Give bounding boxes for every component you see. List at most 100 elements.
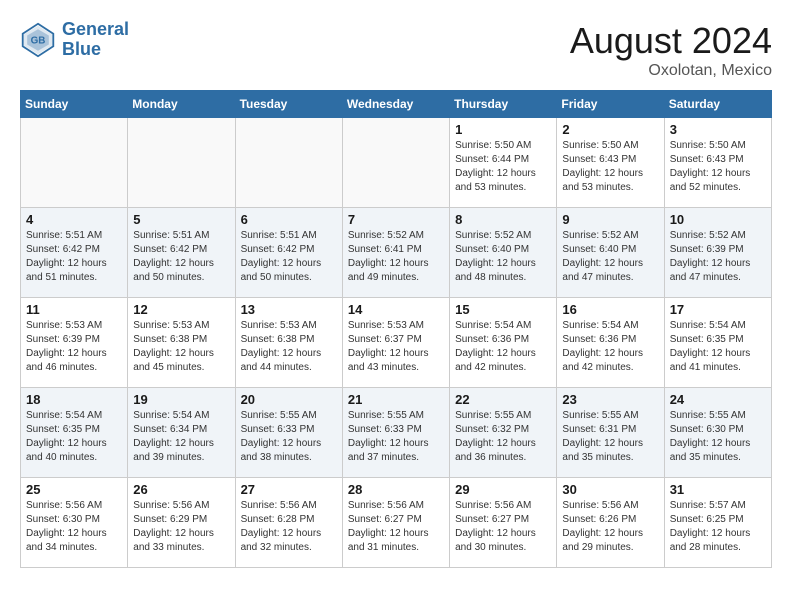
day-number: 24: [670, 392, 766, 407]
calendar-cell: 8 Sunrise: 5:52 AM Sunset: 6:40 PM Daylig…: [450, 208, 557, 298]
calendar-week-row: 1 Sunrise: 5:50 AM Sunset: 6:44 PM Daylig…: [21, 118, 772, 208]
day-info: Sunrise: 5:56 AM Sunset: 6:29 PM Dayligh…: [133, 499, 229, 555]
day-number: 26: [133, 482, 229, 497]
calendar-cell: 9Sunrise: 5:52 AM Sunset: 6:40 PM Daylig…: [557, 208, 664, 298]
day-number: 2: [562, 122, 658, 137]
calendar-week-row: 11 Sunrise: 5:53 AM Sunset: 6:39 PM Dayli…: [21, 298, 772, 388]
calendar-cell: 17 Sunrise: 5:54 AM Sunset: 6:35 PM Dayli…: [664, 298, 771, 388]
day-info: Sunrise: 5:51 AM Sunset: 6:42 PM Dayligh…: [26, 229, 122, 285]
day-info: Sunrise: 5:53 AM Sunset: 6:38 PM Dayligh…: [133, 319, 229, 375]
calendar-cell: 4 Sunrise: 5:51 AM Sunset: 6:42 PM Daylig…: [21, 208, 128, 298]
calendar-cell: 6Sunrise: 5:51 AM Sunset: 6:42 PM Daylig…: [235, 208, 342, 298]
day-info: Sunrise: 5:55 AM Sunset: 6:30 PM Dayligh…: [670, 409, 766, 465]
calendar-cell: 25 Sunrise: 5:56 AM Sunset: 6:30 PM Dayli…: [21, 478, 128, 568]
calendar-cell: [21, 118, 128, 208]
day-number: 10: [670, 212, 766, 227]
day-number: 15: [455, 302, 551, 317]
day-info: Sunrise: 5:55 AM Sunset: 6:33 PM Dayligh…: [348, 409, 444, 465]
day-number: 25: [26, 482, 122, 497]
calendar-cell: 27 Sunrise: 5:56 AM Sunset: 6:28 PM Dayli…: [235, 478, 342, 568]
calendar-cell: 29Sunrise: 5:56 AM Sunset: 6:27 PM Dayli…: [450, 478, 557, 568]
day-info: Sunrise: 5:56 AM Sunset: 6:30 PM Dayligh…: [26, 499, 122, 555]
logo-icon: GB: [20, 22, 56, 58]
day-number: 28: [348, 482, 444, 497]
day-number: 4: [26, 212, 122, 227]
day-info: Sunrise: 5:50 AM Sunset: 6:43 PM Dayligh…: [670, 139, 766, 195]
day-number: 30: [562, 482, 658, 497]
day-number: 31: [670, 482, 766, 497]
month-title: August 2024: [570, 20, 772, 62]
calendar-cell: [128, 118, 235, 208]
location: Oxolotan, Mexico: [570, 62, 772, 80]
calendar-cell: 31 Sunrise: 5:57 AM Sunset: 6:25 PM Dayli…: [664, 478, 771, 568]
calendar-cell: 14 Sunrise: 5:53 AM Sunset: 6:37 PM Dayli…: [342, 298, 449, 388]
calendar-cell: [342, 118, 449, 208]
weekday-header-wednesday: Wednesday: [342, 91, 449, 118]
day-info: Sunrise: 5:51 AM Sunset: 6:42 PM Dayligh…: [133, 229, 229, 285]
day-number: 21: [348, 392, 444, 407]
calendar-week-row: 4 Sunrise: 5:51 AM Sunset: 6:42 PM Daylig…: [21, 208, 772, 298]
day-number: 14: [348, 302, 444, 317]
calendar-cell: 19 Sunrise: 5:54 AM Sunset: 6:34 PM Dayli…: [128, 388, 235, 478]
svg-text:GB: GB: [31, 35, 46, 46]
calendar-cell: 21 Sunrise: 5:55 AM Sunset: 6:33 PM Dayli…: [342, 388, 449, 478]
day-number: 3: [670, 122, 766, 137]
calendar-cell: 1 Sunrise: 5:50 AM Sunset: 6:44 PM Daylig…: [450, 118, 557, 208]
day-number: 27: [241, 482, 337, 497]
day-number: 23: [562, 392, 658, 407]
calendar-cell: 30 Sunrise: 5:56 AM Sunset: 6:26 PM Dayli…: [557, 478, 664, 568]
day-number: 19: [133, 392, 229, 407]
day-number: 7: [348, 212, 444, 227]
day-info: Sunrise: 5:52 AM Sunset: 6:40 PM Dayligh…: [562, 229, 658, 285]
day-info: Sunrise: 5:52 AM Sunset: 6:39 PM Dayligh…: [670, 229, 766, 285]
calendar-week-row: 25 Sunrise: 5:56 AM Sunset: 6:30 PM Dayli…: [21, 478, 772, 568]
day-info: Sunrise: 5:54 AM Sunset: 6:35 PM Dayligh…: [670, 319, 766, 375]
calendar-cell: [235, 118, 342, 208]
title-block: August 2024 Oxolotan, Mexico: [570, 20, 772, 80]
calendar-cell: 24 Sunrise: 5:55 AM Sunset: 6:30 PM Dayli…: [664, 388, 771, 478]
calendar-cell: 23 Sunrise: 5:55 AM Sunset: 6:31 PM Dayli…: [557, 388, 664, 478]
day-info: Sunrise: 5:55 AM Sunset: 6:31 PM Dayligh…: [562, 409, 658, 465]
day-number: 17: [670, 302, 766, 317]
day-info: Sunrise: 5:54 AM Sunset: 6:34 PM Dayligh…: [133, 409, 229, 465]
calendar-cell: 11 Sunrise: 5:53 AM Sunset: 6:39 PM Dayli…: [21, 298, 128, 388]
day-info: Sunrise: 5:50 AM Sunset: 6:44 PM Dayligh…: [455, 139, 551, 195]
page-header: GB General Blue August 2024 Oxolotan, Me…: [20, 20, 772, 80]
calendar-cell: 7 Sunrise: 5:52 AM Sunset: 6:41 PM Daylig…: [342, 208, 449, 298]
calendar-cell: 22 Sunrise: 5:55 AM Sunset: 6:32 PM Dayli…: [450, 388, 557, 478]
day-info: Sunrise: 5:52 AM Sunset: 6:41 PM Dayligh…: [348, 229, 444, 285]
weekday-header-monday: Monday: [128, 91, 235, 118]
day-number: 6: [241, 212, 337, 227]
day-info: Sunrise: 5:55 AM Sunset: 6:32 PM Dayligh…: [455, 409, 551, 465]
day-info: Sunrise: 5:53 AM Sunset: 6:37 PM Dayligh…: [348, 319, 444, 375]
day-number: 20: [241, 392, 337, 407]
day-info: Sunrise: 5:56 AM Sunset: 6:26 PM Dayligh…: [562, 499, 658, 555]
weekday-header-row: SundayMondayTuesdayWednesdayThursdayFrid…: [21, 91, 772, 118]
day-info: Sunrise: 5:52 AM Sunset: 6:40 PM Dayligh…: [455, 229, 551, 285]
day-info: Sunrise: 5:57 AM Sunset: 6:25 PM Dayligh…: [670, 499, 766, 555]
calendar-cell: 28Sunrise: 5:56 AM Sunset: 6:27 PM Dayli…: [342, 478, 449, 568]
day-info: Sunrise: 5:53 AM Sunset: 6:38 PM Dayligh…: [241, 319, 337, 375]
day-info: Sunrise: 5:56 AM Sunset: 6:27 PM Dayligh…: [455, 499, 551, 555]
day-info: Sunrise: 5:53 AM Sunset: 6:39 PM Dayligh…: [26, 319, 122, 375]
calendar-cell: 18Sunrise: 5:54 AM Sunset: 6:35 PM Dayli…: [21, 388, 128, 478]
day-info: Sunrise: 5:54 AM Sunset: 6:36 PM Dayligh…: [562, 319, 658, 375]
calendar-cell: 26 Sunrise: 5:56 AM Sunset: 6:29 PM Dayli…: [128, 478, 235, 568]
calendar-week-row: 18Sunrise: 5:54 AM Sunset: 6:35 PM Dayli…: [21, 388, 772, 478]
weekday-header-tuesday: Tuesday: [235, 91, 342, 118]
day-number: 1: [455, 122, 551, 137]
day-number: 16: [562, 302, 658, 317]
day-info: Sunrise: 5:56 AM Sunset: 6:28 PM Dayligh…: [241, 499, 337, 555]
calendar-cell: 10 Sunrise: 5:52 AM Sunset: 6:39 PM Dayli…: [664, 208, 771, 298]
calendar-cell: 13Sunrise: 5:53 AM Sunset: 6:38 PM Dayli…: [235, 298, 342, 388]
calendar-table: SundayMondayTuesdayWednesdayThursdayFrid…: [20, 90, 772, 568]
day-number: 18: [26, 392, 122, 407]
calendar-cell: 5Sunrise: 5:51 AM Sunset: 6:42 PM Daylig…: [128, 208, 235, 298]
day-number: 11: [26, 302, 122, 317]
day-number: 12: [133, 302, 229, 317]
day-info: Sunrise: 5:54 AM Sunset: 6:36 PM Dayligh…: [455, 319, 551, 375]
day-number: 22: [455, 392, 551, 407]
calendar-cell: 16 Sunrise: 5:54 AM Sunset: 6:36 PM Dayli…: [557, 298, 664, 388]
day-number: 8: [455, 212, 551, 227]
calendar-cell: 2Sunrise: 5:50 AM Sunset: 6:43 PM Daylig…: [557, 118, 664, 208]
